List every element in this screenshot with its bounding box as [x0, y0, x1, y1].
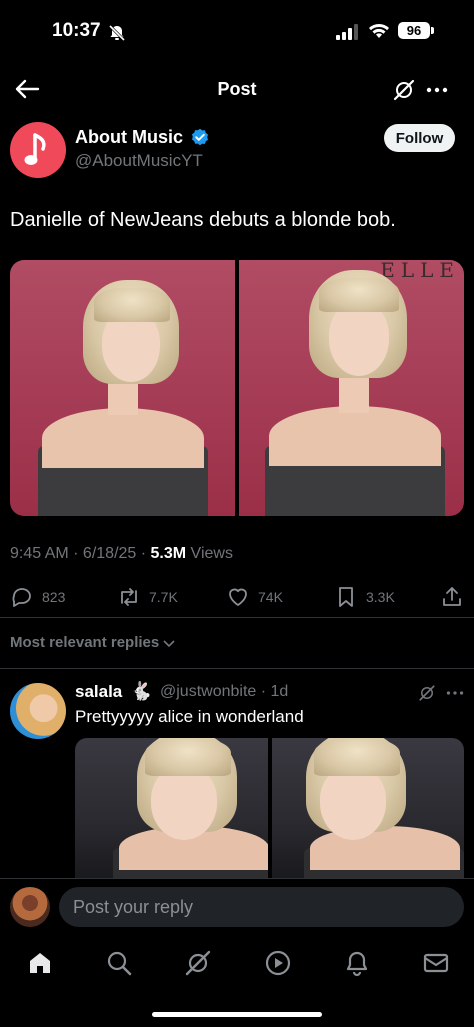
home-icon[interactable]	[26, 949, 54, 977]
search-icon[interactable]	[105, 949, 133, 977]
post-timestamp: 9:45 AM · 6/18/25 ·	[10, 545, 151, 562]
image-watermark: ELLE	[380, 260, 460, 282]
grok-icon[interactable]	[392, 78, 416, 102]
divider	[0, 668, 474, 669]
reply-input[interactable]	[59, 887, 464, 927]
share-action[interactable]	[440, 585, 464, 609]
battery-indicator: 96	[398, 22, 430, 39]
current-user-avatar[interactable]	[10, 887, 50, 927]
post-text: Danielle of NewJeans debuts a blonde bob…	[10, 209, 396, 231]
post-image-right[interactable]: ELLE	[239, 260, 464, 516]
like-count: 74K	[258, 589, 283, 605]
share-icon	[443, 587, 461, 606]
post-media[interactable]: ELLE	[10, 260, 464, 516]
author-avatar[interactable]	[10, 122, 66, 178]
like-icon	[229, 588, 247, 606]
grok-icon[interactable]	[184, 949, 212, 977]
replies-sort-label: Most relevant replies	[10, 634, 160, 651]
more-icon[interactable]	[426, 80, 448, 100]
cellular-signal-icon	[336, 24, 358, 40]
battery-tip	[431, 27, 434, 34]
reply-media[interactable]	[75, 738, 464, 878]
post-image-left[interactable]	[10, 260, 235, 516]
messages-icon[interactable]	[422, 949, 450, 977]
repost-action[interactable]: 7.7K	[117, 585, 178, 609]
like-action[interactable]: 74K	[226, 585, 283, 609]
status-time: 10:37	[52, 20, 101, 41]
chevron-down-icon	[163, 640, 175, 648]
rabbit-icon: 🐇	[130, 681, 153, 701]
bookmark-icon	[339, 587, 353, 607]
bookmark-count: 3.3K	[366, 589, 395, 605]
reply-avatar[interactable]	[10, 683, 66, 739]
video-icon[interactable]	[264, 949, 292, 977]
bell-muted-icon	[108, 24, 126, 42]
views-label: Views	[186, 545, 233, 562]
reply-image-right[interactable]	[271, 738, 464, 878]
notifications-icon[interactable]	[343, 949, 371, 977]
wifi-icon	[369, 24, 389, 38]
bookmark-action[interactable]: 3.3K	[334, 585, 395, 609]
reply-image-left[interactable]	[75, 738, 268, 878]
home-indicator	[152, 1012, 322, 1017]
grok-icon[interactable]	[418, 684, 436, 702]
reply-text: Prettyyyyy alice in wonderland	[75, 707, 304, 726]
divider	[0, 617, 474, 618]
reply-count: 823	[42, 589, 66, 605]
reply-author-name[interactable]: salala	[75, 682, 122, 702]
music-note-icon	[24, 133, 46, 165]
post-meta: 9:45 AM · 6/18/25 · 5.3M Views	[10, 545, 233, 563]
repost-count: 7.7K	[149, 589, 178, 605]
reply-action[interactable]: 823	[10, 585, 65, 609]
verified-icon	[192, 128, 208, 146]
repost-icon	[121, 588, 137, 606]
more-icon[interactable]	[446, 684, 464, 702]
views-count: 5.3M	[150, 545, 187, 562]
replies-sort-dropdown[interactable]: Most relevant replies	[10, 634, 175, 651]
reply-handle-time[interactable]: @justwonbite · 1d	[160, 683, 288, 701]
follow-button[interactable]: Follow	[384, 124, 455, 152]
author-name[interactable]: About Music	[75, 127, 183, 148]
author-handle[interactable]: @AboutMusicYT	[75, 151, 203, 171]
reply-icon	[12, 588, 31, 607]
